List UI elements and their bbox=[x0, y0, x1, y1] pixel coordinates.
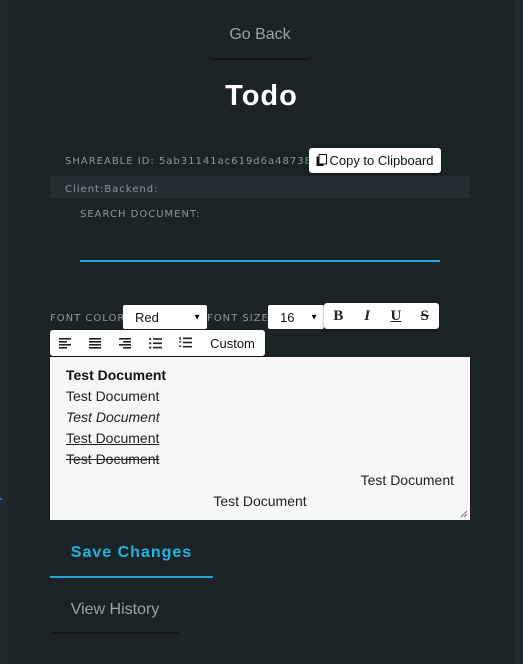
editor-line: Test Document bbox=[213, 493, 307, 509]
align-left-icon bbox=[59, 337, 71, 349]
go-back-button[interactable]: Go Back bbox=[209, 14, 311, 60]
strikethrough-icon: S bbox=[420, 307, 429, 324]
font-color-value: Red bbox=[135, 309, 159, 325]
numbered-list-button[interactable] bbox=[170, 330, 200, 356]
font-color-select[interactable]: Red ▼ bbox=[123, 305, 207, 329]
client-label: Client:Backend: bbox=[65, 184, 159, 195]
font-size-label: FONT SIZE: bbox=[207, 313, 274, 324]
font-size-select[interactable]: 16 ▼ bbox=[268, 305, 324, 329]
bold-icon: B bbox=[333, 307, 344, 324]
search-document-label: SEARCH DOCUMENT: bbox=[80, 209, 201, 220]
align-right-icon bbox=[119, 337, 131, 349]
bullet-list-button[interactable] bbox=[140, 330, 170, 356]
dropdown-arrow-icon: ▼ bbox=[193, 312, 201, 322]
clipboard-icon bbox=[316, 154, 328, 166]
copy-to-clipboard-label: Copy to Clipboard bbox=[329, 153, 434, 168]
custom-format-button[interactable]: Custom bbox=[200, 330, 265, 356]
italic-button[interactable]: I bbox=[353, 303, 382, 329]
editor-line: Test Document bbox=[66, 451, 160, 467]
editor-line: Test Document bbox=[360, 472, 454, 488]
strikethrough-button[interactable]: S bbox=[410, 303, 439, 329]
search-document-input[interactable] bbox=[80, 226, 440, 262]
editor-line: Test Document bbox=[66, 388, 160, 404]
underline-icon: U bbox=[390, 307, 402, 324]
dropdown-arrow-icon: ▼ bbox=[310, 312, 318, 322]
paragraph-format-group: Custom bbox=[50, 330, 265, 356]
resize-handle-icon[interactable] bbox=[460, 510, 468, 518]
italic-icon: I bbox=[364, 307, 371, 324]
align-center-icon bbox=[89, 337, 101, 349]
underline-button[interactable]: U bbox=[382, 303, 411, 329]
align-center-button[interactable] bbox=[80, 330, 110, 356]
bullet-list-icon bbox=[148, 337, 162, 349]
text-format-group: B I U S bbox=[324, 303, 439, 329]
font-size-value: 16 bbox=[280, 309, 295, 325]
page-title: Todo bbox=[225, 80, 298, 112]
bold-button[interactable]: B bbox=[324, 303, 353, 329]
shareable-id-label: SHAREABLE ID: 5ab31141ac619d6a48738118 bbox=[65, 156, 335, 167]
editor-line: Test Document bbox=[66, 409, 160, 425]
editor-line: Test Document bbox=[66, 367, 167, 383]
numbered-list-icon bbox=[178, 337, 192, 348]
stray-marker bbox=[0, 498, 2, 500]
font-color-label: FONT COLOR: bbox=[50, 313, 130, 324]
copy-to-clipboard-button[interactable]: Copy to Clipboard bbox=[309, 148, 441, 173]
editor-line: Test Document bbox=[66, 430, 160, 446]
align-right-button[interactable] bbox=[110, 330, 140, 356]
align-left-button[interactable] bbox=[50, 330, 80, 356]
view-history-button[interactable]: View History bbox=[50, 588, 180, 634]
save-changes-button[interactable]: Save Changes bbox=[50, 529, 213, 578]
document-editor[interactable]: Test Document Test Document Test Documen… bbox=[50, 357, 470, 520]
